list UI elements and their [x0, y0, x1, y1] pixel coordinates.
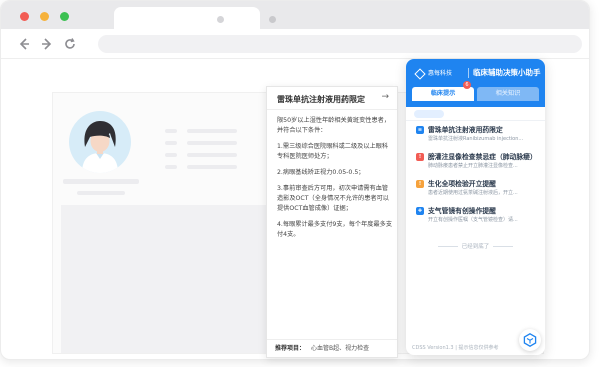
tab-clinical-tips[interactable]: 临床提示 — [412, 87, 474, 101]
browser-toolbar — [1, 29, 589, 59]
filter-bar — [406, 107, 545, 121]
cdss-footer: CDSS Version1.3 | 提示信息仅供参考 — [412, 345, 499, 351]
info-placeholder — [165, 153, 177, 157]
filter-chip[interactable] — [461, 110, 485, 118]
divider — [437, 246, 458, 247]
popup-paragraph: 2.病眼基线矫正视力0.05-0.5； — [277, 169, 365, 176]
alert-title: 雷珠单抗注射液用药限定 — [428, 126, 503, 134]
screenshot-stage: 雷珠单抗注射液用药限定 → 限50岁以上湿性年龄相关黄斑变性患者，并符合以下条件… — [0, 0, 600, 367]
maximize-window-button[interactable] — [60, 12, 69, 21]
notification-badge: 6 — [463, 81, 471, 89]
info-placeholder — [187, 153, 237, 157]
alert-title: 膀灌注显像检查禁忌症（肺动脉瘘） — [428, 153, 537, 161]
end-of-list-note: 已经到底了 — [406, 242, 545, 250]
cdss-header: 惠每科技 临床辅助决策小助手 临床提示 相关知识 6 — [406, 59, 545, 107]
recommended-label: 推荐项目： — [275, 345, 306, 352]
info-placeholder — [187, 129, 237, 133]
alert-item[interactable]: ! 生化全项检验开立提醒 患者近期使用过氨茶碱注射液后，开立... — [406, 177, 545, 205]
end-of-list-text: 已经到底了 — [461, 244, 490, 250]
alert-title: 生化全项检验开立提醒 — [428, 180, 496, 188]
drug-restriction-popup: 雷珠单抗注射液用药限定 → 限50岁以上湿性年龄相关黄斑变性患者，并符合以下条件… — [266, 86, 398, 358]
divider — [468, 68, 469, 78]
close-window-button[interactable] — [20, 12, 29, 21]
alert-item[interactable]: ≡ 雷珠单抗注射液用药限定 雷珠单抗注射液Ranibizumab injecti… — [406, 123, 545, 151]
new-tab-icon[interactable] — [269, 16, 276, 23]
recommended-items: 推荐项目： 心血管B超、视力检查 — [275, 343, 369, 352]
arrow-left-icon[interactable] — [16, 36, 32, 52]
popup-body: 限50岁以上湿性年龄相关黄斑变性患者，并符合以下条件： 1.需三级综合医院眼科或… — [277, 116, 393, 246]
content-placeholder — [61, 205, 297, 353]
alert-description: 肺动脉瘘患者禁止开立肺灌注显像检查... — [428, 163, 518, 169]
alert-description: 患者近期使用过氨茶碱注射液后，开立... — [428, 190, 518, 196]
browser-tab[interactable] — [114, 7, 260, 29]
popup-paragraph: 限50岁以上湿性年龄相关黄斑变性患者，并符合以下条件： — [277, 117, 391, 134]
warning-icon: ! — [416, 153, 424, 161]
popup-title: 雷珠单抗注射液用药限定 — [277, 95, 365, 104]
info-placeholder — [187, 141, 237, 145]
filter-chip[interactable] — [506, 110, 530, 118]
cdss-tabs: 临床提示 相关知识 — [412, 87, 539, 101]
reload-icon[interactable] — [62, 36, 78, 52]
info-placeholder — [187, 165, 237, 169]
drug-icon: ≡ — [416, 126, 424, 134]
info-placeholder — [165, 165, 177, 169]
lab-icon: ! — [416, 180, 424, 188]
brand-logo: 惠每科技 — [414, 67, 453, 80]
alert-item[interactable]: ✚ 支气管镜有创操作提醒 开立有创操作医嘱（支气管镜检查）请... — [406, 204, 545, 232]
alert-description: 开立有创操作医嘱（支气管镜检查）请... — [428, 217, 518, 223]
cdss-assistant-panel: 惠每科技 临床辅助决策小助手 临床提示 相关知识 6 ≡ 雷珠单抗注射液用药限定… — [406, 59, 545, 355]
alert-item[interactable]: ! 膀灌注显像检查禁忌症（肺动脉瘘） 肺动脉瘘患者禁止开立肺灌注显像检查... — [406, 150, 545, 178]
info-placeholder — [165, 141, 177, 145]
subtitle-placeholder — [77, 191, 125, 195]
alert-description: 雷珠单抗注射液Ranibizumab injection... — [428, 136, 524, 142]
procedure-icon: ✚ — [416, 207, 424, 215]
address-bar[interactable] — [98, 35, 582, 53]
divider — [493, 246, 514, 247]
cdss-title: 临床辅助决策小助手 — [473, 68, 541, 77]
popup-paragraph: 1.需三级综合医院眼科或二级及以上眼科专科医院医师处方； — [277, 143, 389, 160]
arrow-right-icon[interactable] — [39, 36, 55, 52]
arrow-right-icon[interactable]: → — [381, 92, 389, 102]
browser-titlebar — [1, 1, 589, 29]
divider — [267, 339, 397, 340]
filter-chip-active[interactable] — [414, 110, 444, 118]
brand-name: 惠每科技 — [428, 70, 453, 77]
popup-paragraph: 4.每眼累计最多支付9支，每个年度最多支付4支。 — [277, 221, 393, 238]
avatar — [69, 111, 131, 173]
alert-title: 支气管镜有创操作提醒 — [428, 207, 496, 215]
tab-related-knowledge[interactable]: 相关知识 — [477, 87, 539, 101]
minimize-window-button[interactable] — [40, 12, 49, 21]
logo-icon — [414, 67, 426, 80]
assistant-robot-icon[interactable] — [519, 329, 541, 351]
info-placeholder — [165, 129, 177, 133]
name-placeholder — [63, 179, 139, 184]
recommended-value[interactable]: 心血管B超、视力检查 — [311, 345, 369, 352]
divider — [267, 109, 397, 110]
tab-close-icon[interactable] — [217, 16, 224, 23]
popup-paragraph: 3.事前审查后方可用，初次申请需有血管造影及OCT（全身情况不允许的患者可以提供… — [277, 185, 389, 212]
